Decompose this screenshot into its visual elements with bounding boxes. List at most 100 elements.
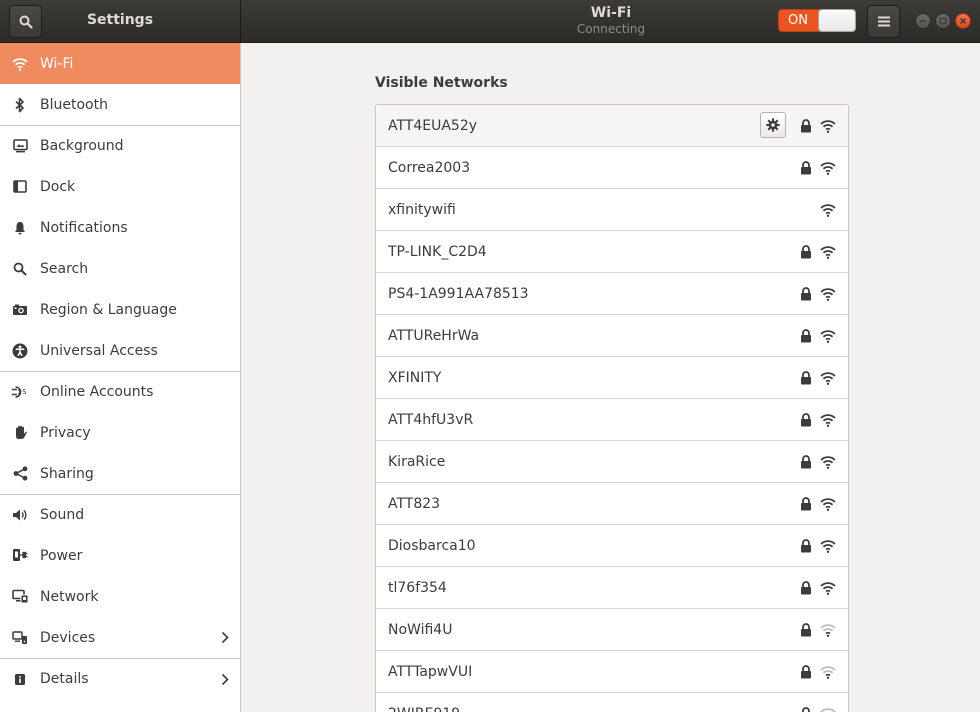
sidebar-item-wifi[interactable]: Wi-Fi <box>0 43 240 84</box>
panel-subtitle: Connecting <box>576 22 646 36</box>
network-row[interactable]: TP-LINK_C2D4 <box>376 230 848 272</box>
network-row[interactable]: ATT4EUA52y <box>376 105 848 146</box>
wifi-signal-icon <box>820 162 836 175</box>
speaker-icon <box>13 509 27 521</box>
wifi-signal-icon <box>820 246 836 259</box>
close-icon <box>960 18 966 24</box>
network-ssid: ATT4hfU3vR <box>388 411 474 428</box>
sidebar-item-devices[interactable]: Devices <box>0 617 240 658</box>
sidebar-item-label: Online Accounts <box>40 384 154 400</box>
network-ssid: ATTTapwVUI <box>388 663 473 680</box>
lock-icon <box>801 161 811 175</box>
network-ssid: TP-LINK_C2D4 <box>388 243 487 260</box>
network-settings-button[interactable] <box>760 112 786 138</box>
network-ssid: XFINITY <box>388 369 442 386</box>
sidebar-item-label: Region & Language <box>40 301 177 318</box>
sidebar-item-label: Notifications <box>40 219 128 236</box>
wifi-toggle-switch[interactable]: ON <box>778 9 856 32</box>
search-button[interactable] <box>9 5 42 38</box>
sidebar-item-label: Bluetooth <box>40 96 108 113</box>
sidebar-item-label: Power <box>40 547 83 564</box>
lock-icon <box>802 707 810 712</box>
sidebar-item-sharing[interactable]: Sharing <box>0 453 240 494</box>
wifi-signal-icon <box>820 456 836 469</box>
network-icon <box>11 589 28 604</box>
sidebar-item-dock[interactable]: Dock <box>0 166 240 207</box>
sidebar-item-universal-access[interactable]: Universal Access <box>0 330 240 371</box>
sidebar-item-label: Network <box>40 588 99 605</box>
wifi-signal-icon <box>820 498 836 511</box>
svg-text:S: S <box>22 388 27 396</box>
lock-icon <box>801 119 811 133</box>
sidebar-item-label: Details <box>40 671 89 687</box>
network-ssid: NoWifi4U <box>388 621 453 638</box>
hamburger-icon <box>877 16 890 27</box>
sidebar-item-region-language[interactable]: Region & Language <box>0 289 240 330</box>
network-row[interactable]: ATTUReHrWa <box>376 314 848 356</box>
wifi-signal-icon <box>820 288 836 301</box>
sidebar-item-notifications[interactable]: Notifications <box>0 207 240 248</box>
wifi-toggle-knob <box>818 9 856 32</box>
network-ssid: tl76f354 <box>388 579 447 596</box>
share-icon <box>13 466 27 481</box>
sidebar-item-label: Background <box>40 138 124 154</box>
wifi-signal-icon <box>820 204 836 217</box>
network-row[interactable]: ATTTapwVUI <box>376 650 848 692</box>
network-row[interactable]: ATT4hfU3vR <box>376 398 848 440</box>
network-row[interactable]: PS4-1A991AA78513 <box>376 272 848 314</box>
sidebar-item-privacy[interactable]: Privacy <box>0 412 240 453</box>
wifi-signal-icon <box>820 708 836 712</box>
wifi-toggle-label: ON <box>788 13 808 28</box>
devices-icon <box>12 630 27 644</box>
lock-icon <box>801 455 811 469</box>
sidebar-item-bluetooth[interactable]: Bluetooth <box>0 84 240 125</box>
network-ssid: xfinitywifi <box>388 201 456 218</box>
sidebar-item-label: Sharing <box>40 465 94 482</box>
network-ssid: Diosbarca10 <box>388 537 476 554</box>
sidebar-item-label: Search <box>40 260 89 277</box>
network-row[interactable]: ATT823 <box>376 482 848 524</box>
sidebar-item-label: Sound <box>40 507 85 523</box>
bell-icon <box>15 221 25 234</box>
sidebar-item-search[interactable]: Search <box>0 248 240 289</box>
wifi-signal-icon <box>820 120 836 133</box>
sidebar-item-sound[interactable]: Sound <box>0 494 240 535</box>
panel-title-block: Wi-Fi Connecting <box>500 5 722 36</box>
power-plug-icon <box>13 549 28 561</box>
wifi-signal-icon <box>820 330 836 343</box>
sidebar-item-network[interactable]: Network <box>0 576 240 617</box>
network-ssid: 2WIRE919 <box>376 706 848 712</box>
accessibility-icon <box>12 343 28 358</box>
menu-button[interactable] <box>867 5 900 38</box>
maximize-icon <box>939 17 947 25</box>
minimize-button[interactable] <box>915 13 931 29</box>
network-ssid: PS4-1A991AA78513 <box>388 285 529 302</box>
network-row[interactable]: xfinitywifi <box>376 188 848 230</box>
network-ssid: Correa2003 <box>388 159 471 176</box>
lock-icon <box>801 245 811 259</box>
network-list: ATT4EUA52y Correa2003 xfinitywifi TP-LINK_C… <box>375 104 849 712</box>
network-row[interactable]: 2WIRE919 <box>376 692 848 712</box>
lock-icon <box>801 581 811 595</box>
chevron-right-icon <box>221 631 229 644</box>
network-row[interactable]: NoWifi4U <box>376 608 848 650</box>
sidebar-item-online-accounts[interactable]: S Online Accounts <box>0 371 240 412</box>
lock-icon <box>801 539 811 553</box>
network-row[interactable]: Diosbarca10 <box>376 524 848 566</box>
network-row[interactable]: tl76f354 <box>376 566 848 608</box>
maximize-button[interactable] <box>935 13 951 29</box>
sidebar-item-label: Dock <box>40 178 76 195</box>
sidebar-item-power[interactable]: Power <box>0 535 240 576</box>
network-ssid: ATTUReHrWa <box>388 327 480 344</box>
close-button[interactable] <box>955 13 971 29</box>
app-title: Settings <box>86 12 154 28</box>
network-row[interactable]: Correa2003 <box>376 146 848 188</box>
network-row[interactable]: KiraRice <box>376 440 848 482</box>
camera-icon <box>13 304 27 315</box>
sidebar-item-background[interactable]: Background <box>0 125 240 166</box>
sidebar-item-details[interactable]: Details <box>0 658 240 699</box>
sidebar-item-label: Universal Access <box>40 342 158 359</box>
network-row[interactable]: XFINITY <box>376 356 848 398</box>
sidebar: Wi-Fi Bluetooth Background Dock Notifica… <box>0 43 241 712</box>
visible-networks-title: Visible Networks <box>375 75 508 91</box>
